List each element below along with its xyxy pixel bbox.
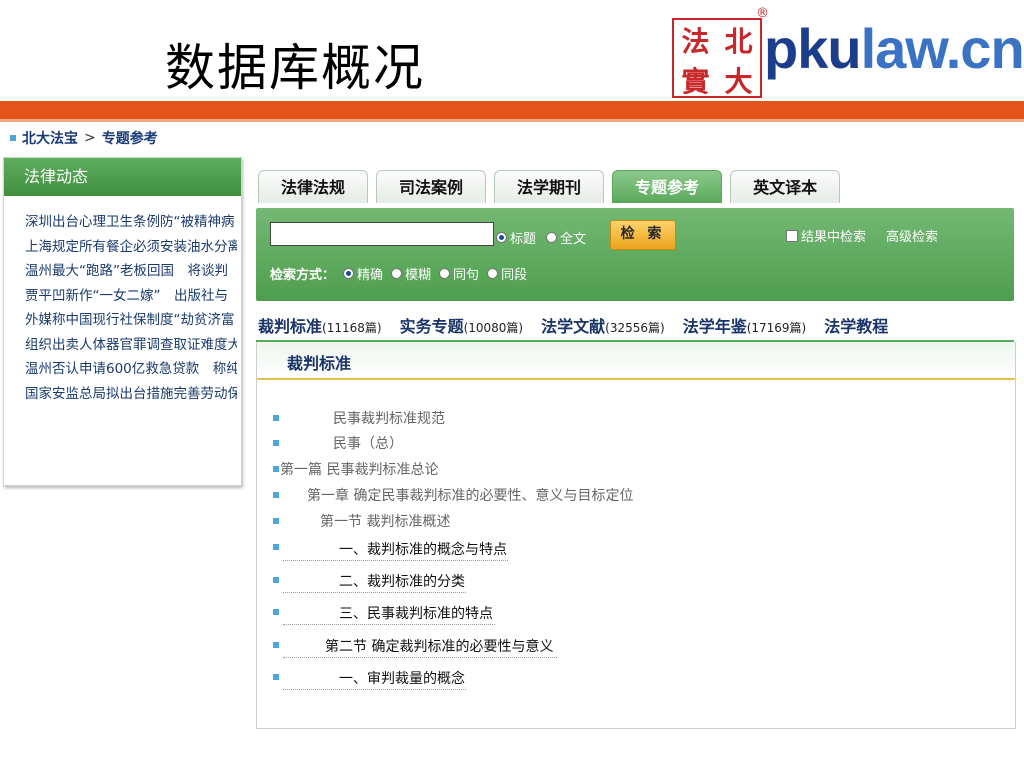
bullet-icon: [273, 674, 279, 680]
header-divider: [0, 101, 1024, 119]
radio-on-icon: [496, 232, 507, 243]
scope-fulltext-radio[interactable]: 全文: [546, 228, 586, 247]
toc-item[interactable]: 二、裁判标准的分类: [339, 571, 465, 591]
news-item[interactable]: 温州最大“跑路”老板回国 将谈判: [25, 259, 237, 284]
bullet-icon: [273, 440, 279, 446]
bullet-icon: [273, 642, 279, 648]
search-input[interactable]: [270, 222, 494, 246]
news-item[interactable]: 温州否认申请600亿救急贷款 称纯: [25, 357, 237, 382]
news-item[interactable]: 上海规定所有餐企必须安装油水分离: [25, 235, 237, 260]
advanced-search-link[interactable]: 高级检索: [886, 226, 938, 245]
within-results-checkbox[interactable]: 结果中检索: [786, 226, 866, 245]
scope-title-radio[interactable]: 标题: [496, 228, 536, 247]
search-panel: 标题 全文 检 索 结果中检索 高级检索 检索方式： 精确 模糊 同句 同段: [256, 208, 1014, 301]
category-textbooks[interactable]: 法学教程: [824, 313, 888, 337]
news-list: 深圳出台心理卫生条例防“被精神病 上海规定所有餐企必须安装油水分离 温州最大“跑…: [4, 196, 241, 406]
mode-fuzzy-radio[interactable]: 模糊: [391, 264, 431, 283]
search-scope: 标题 全文: [496, 228, 586, 247]
radio-off-icon: [439, 268, 451, 279]
bullet-icon: [273, 609, 279, 615]
mode-sentence-radio[interactable]: 同句: [439, 264, 479, 283]
toc-item[interactable]: 第一节 裁判标准概述: [320, 511, 450, 531]
bullet-icon: [273, 466, 279, 472]
radio-off-icon: [391, 268, 403, 279]
search-button[interactable]: 检 索: [610, 220, 676, 250]
news-item[interactable]: 国家安监总局拟出台措施完善劳动保: [25, 382, 237, 407]
search-mode-label: 检索方式：: [270, 268, 336, 283]
bullet-icon: [273, 518, 279, 524]
logo-seal: 法 北 實 大: [672, 18, 762, 98]
category-judging-standards[interactable]: 裁判标准(11168篇): [258, 313, 382, 337]
category-links: 裁判标准(11168篇) 实务专题(10080篇) 法学文献(32556篇) 法…: [258, 313, 888, 337]
news-item[interactable]: 组织出卖人体器官罪调查取证难度大: [25, 333, 237, 358]
bullet-icon: [10, 135, 16, 141]
breadcrumb-separator: >: [84, 130, 96, 146]
toc-item[interactable]: 三、民事裁判标准的特点: [339, 603, 493, 623]
news-item[interactable]: 外媒称中国现行社保制度“劫贫济富: [25, 308, 237, 333]
toc-item[interactable]: 一、审判裁量的概念: [339, 668, 465, 688]
mode-paragraph-radio[interactable]: 同段: [487, 264, 527, 283]
category-yearbooks[interactable]: 法学年鉴(17169篇): [683, 313, 807, 337]
news-item[interactable]: 贾平凹新作“一女二嫁” 出版社与: [25, 284, 237, 309]
tab-english[interactable]: 英文译本: [730, 170, 841, 203]
toc-item[interactable]: 第一章 确定民事裁判标准的必要性、意义与目标定位: [307, 485, 633, 505]
database-tabs: 法律法规 司法案例 法学期刊 专题参考 英文译本: [258, 170, 841, 203]
toc-item[interactable]: 民事（总）: [333, 433, 403, 453]
category-practice-topics[interactable]: 实务专题(10080篇): [400, 313, 524, 337]
radio-off-icon: [546, 232, 558, 243]
tab-journals[interactable]: 法学期刊: [494, 170, 605, 203]
legal-news-sidebar: 法律动态 深圳出台心理卫生条例防“被精神病 上海规定所有餐企必须安装油水分离 温…: [3, 157, 242, 486]
checkbox-icon: [786, 229, 798, 242]
toc-item[interactable]: 第一篇 民事裁判标准总论: [280, 459, 438, 479]
toc-item[interactable]: 一、裁判标准的概念与特点: [339, 539, 507, 559]
tab-cases[interactable]: 司法案例: [376, 170, 487, 203]
tab-laws[interactable]: 法律法规: [258, 170, 369, 203]
radio-off-icon: [487, 268, 499, 279]
mode-exact-radio[interactable]: 精确: [343, 264, 383, 283]
breadcrumb: 北大法宝 > 专题参考: [10, 128, 158, 148]
bullet-icon: [273, 492, 279, 498]
breadcrumb-home[interactable]: 北大法宝: [22, 128, 78, 148]
bullet-icon: [273, 415, 279, 421]
slide-title: 数据库概况: [165, 39, 425, 97]
breadcrumb-current[interactable]: 专题参考: [102, 128, 158, 148]
search-mode: 检索方式： 精确 模糊 同句 同段: [270, 264, 527, 283]
logo-text: pkulaw.cn: [764, 17, 1024, 80]
radio-on-icon: [343, 268, 355, 279]
content-panel: 裁判标准 民事裁判标准规范 民事（总） 第一篇 民事裁判标准总论 第一章 确定民…: [256, 342, 1016, 729]
news-item[interactable]: 深圳出台心理卫生条例防“被精神病: [25, 210, 237, 235]
tab-topics[interactable]: 专题参考: [612, 170, 723, 203]
toc-item[interactable]: 民事裁判标准规范: [333, 408, 445, 428]
toc-item[interactable]: 第二节 确定裁判标准的必要性与意义: [325, 636, 553, 656]
pkulaw-logo: 法 北 實 大 ® pkulaw.cn: [668, 6, 1024, 98]
bullet-icon: [273, 544, 279, 550]
bullet-icon: [273, 577, 279, 583]
category-legal-literature[interactable]: 法学文献(32556篇): [541, 313, 665, 337]
sidebar-title: 法律动态: [4, 158, 241, 196]
section-header: 裁判标准: [257, 342, 1015, 380]
section-title: 裁判标准: [287, 354, 352, 373]
